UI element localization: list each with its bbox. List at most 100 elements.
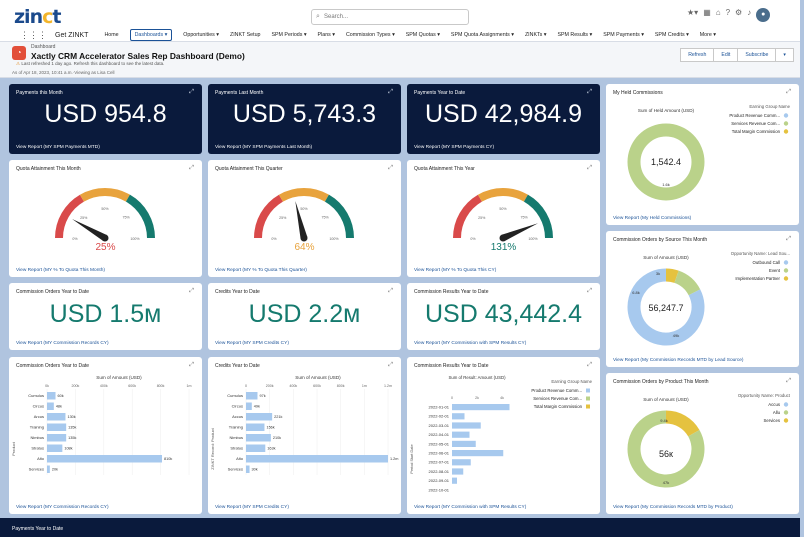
expand-icon[interactable]: ⤢ — [388, 89, 393, 96]
avatar[interactable]: ● — [756, 8, 771, 22]
view-report-link[interactable]: View Report (MY % To Quota This Quarter) — [215, 268, 307, 273]
results-ytd-bar-card: Commission Results Year to Date ⤢ Sum of… — [407, 357, 600, 514]
credits-ytd-card: Credits Year to Date ⤢ USD 2.2м View Rep… — [208, 283, 401, 350]
more-actions-button[interactable]: ▾ — [775, 48, 794, 62]
setup-gear-icon[interactable]: ⚙ — [735, 8, 742, 22]
slice-label: 3k — [656, 271, 660, 276]
data-label: 156k — [266, 426, 274, 430]
bar — [452, 431, 470, 438]
expand-icon[interactable]: ⤢ — [388, 288, 393, 295]
nav-item[interactable]: SPM Results ▾ — [557, 32, 592, 38]
expand-icon[interactable]: ⤢ — [189, 165, 194, 172]
view-report-link[interactable]: View Report (MY Commission Records CY) — [16, 505, 109, 510]
donut-slice — [665, 268, 679, 283]
metric-value: USD 42,984.9 — [424, 100, 583, 128]
gauge-tick-label: 0% — [271, 237, 277, 241]
app-launcher-icon[interactable]: ▦ — [703, 8, 711, 22]
bar — [452, 477, 457, 484]
nav-item[interactable]: Opportunities ▾ — [183, 32, 219, 38]
slice-label: 6.8k — [632, 290, 640, 295]
view-report-link[interactable]: View Report (MY SPM Payments CY) — [414, 145, 494, 150]
category-label: 2022-07-01 — [429, 460, 450, 465]
category-label: 2022-06-01 — [429, 451, 450, 456]
view-report-link[interactable]: View Report (My Held Commissions) — [613, 216, 691, 221]
nav-item[interactable]: Plans ▾ — [318, 32, 335, 38]
expand-icon[interactable]: ⤢ — [587, 165, 592, 172]
expand-icon[interactable]: ⤢ — [587, 89, 592, 96]
expand-icon[interactable]: ⤢ — [189, 89, 194, 96]
orders-by-source-card: Commission Orders by Source This Month ⤢… — [606, 231, 799, 367]
payments-last-month-card: Payments Last Month ⤢ USD 5,743.3 View R… — [208, 84, 401, 154]
bar — [452, 404, 510, 411]
card-title: Credits Year to Date — [215, 289, 260, 295]
zinkt-logo[interactable]: zinct — [14, 6, 61, 28]
category-label: 2022-01-01 — [429, 405, 450, 410]
nav-item[interactable]: SPM Payments ▾ — [603, 32, 644, 38]
view-report-link[interactable]: View Report (MY Commission with SPM Resu… — [414, 341, 526, 346]
data-label: 210k — [273, 436, 281, 440]
data-label: 810k — [164, 457, 172, 461]
view-report-link[interactable]: View Report (MY % To Quota This CY) — [414, 268, 496, 273]
subscribe-button[interactable]: Subscribe — [737, 48, 777, 62]
nav-item[interactable]: SPM Quotas ▾ — [406, 32, 440, 38]
x-tick-label: 0k — [45, 384, 49, 388]
legend-item: Services Revenue Com... — [731, 121, 780, 126]
view-report-link[interactable]: View Report (MY SPM Payments MTD) — [16, 145, 100, 150]
category-label: Cumulus — [227, 393, 243, 398]
gauge-tick-label: 100% — [528, 237, 538, 241]
nav-item[interactable]: SPM Credits ▾ — [655, 32, 689, 38]
nav-item-dashboards[interactable]: Dashboards ▾ — [129, 29, 173, 41]
nav-item-more[interactable]: More ▾ — [700, 32, 716, 38]
category-label: 2022-08-01 — [429, 469, 450, 474]
gauge-segment — [523, 194, 553, 239]
x-tick-label: 1m — [187, 384, 192, 388]
legend-item: Product Revenue Comm... — [531, 388, 582, 393]
category-label: Stratus — [31, 446, 44, 451]
view-report-link[interactable]: View Report (MY SPM Credits CY) — [215, 341, 289, 346]
x-tick-label: 1m — [362, 384, 367, 388]
view-report-link[interactable]: View Report (MY Commission Records CY) — [16, 341, 109, 346]
category-label: 2022-09-01 — [429, 478, 450, 483]
help-icon[interactable]: ? — [726, 8, 730, 22]
view-report-link[interactable]: View Report (My Commission Records MTD b… — [613, 358, 744, 363]
view-report-link[interactable]: View Report (MY SPM Payments Last Month) — [215, 145, 312, 150]
legend-swatch — [783, 410, 789, 415]
legend-item: Total Margin Commission — [534, 404, 583, 409]
nav-item[interactable]: Home — [104, 32, 118, 38]
edit-button[interactable]: Edit — [713, 48, 739, 62]
utility-bar: ★▾ ▦ ⌂ ? ⚙ ♪ ● — [687, 8, 771, 22]
nav-item[interactable]: ZINKTs ▾ — [525, 32, 547, 38]
expand-icon[interactable]: ⤢ — [189, 288, 194, 295]
view-report-link[interactable]: View Report (MY Commission with SPM Resu… — [414, 505, 526, 510]
app-launcher-grid-icon[interactable]: ⋮⋮⋮ — [20, 30, 47, 41]
view-report-link[interactable]: View Report (MY % To Quota This Month) — [16, 268, 105, 273]
expand-icon[interactable]: ⤢ — [189, 362, 194, 369]
category-label: 2022-02-01 — [429, 414, 450, 419]
nav-item[interactable]: SPM Periods ▾ — [271, 32, 306, 38]
refresh-button[interactable]: Refresh — [680, 48, 715, 62]
nav-item[interactable]: ZINKT Setup — [230, 32, 261, 38]
expand-icon[interactable]: ⤢ — [587, 362, 592, 369]
expand-icon[interactable]: ⤢ — [587, 288, 592, 295]
favorites-icon[interactable]: ★▾ — [687, 8, 698, 22]
legend-item: Allu — [773, 410, 781, 415]
search-input[interactable]: ⌕ Search... — [311, 9, 469, 25]
expand-icon[interactable]: ⤢ — [388, 362, 393, 369]
nav-item[interactable]: SPM Quota Assignments ▾ — [451, 32, 514, 38]
notification-icon[interactable]: ⌂ — [716, 8, 721, 22]
expand-icon[interactable]: ⤢ — [388, 165, 393, 172]
gauge-tick-label: 0% — [470, 237, 476, 241]
bar — [452, 413, 465, 420]
view-report-link[interactable]: View Report (MY SPM Credits CY) — [215, 505, 289, 510]
bar — [47, 444, 63, 452]
data-label: 163k — [267, 447, 275, 451]
payments-ytd-card: Payments Year to Date ⤢ USD 42,984.9 Vie… — [407, 84, 600, 154]
legend-swatch — [586, 404, 590, 409]
nav-item[interactable]: Commission Types ▾ — [346, 32, 395, 38]
bell-icon[interactable]: ♪ — [747, 8, 751, 22]
legend-swatch — [783, 418, 789, 423]
view-report-link[interactable]: View Report (My Commission Records MTD b… — [613, 505, 733, 510]
source-donut-chart: Sum of Amount (USD) 56,247.7 3k 6.8k 49k… — [627, 251, 790, 346]
gauge-needle-hub — [499, 234, 507, 242]
x-tick-label: 4k — [500, 396, 504, 400]
